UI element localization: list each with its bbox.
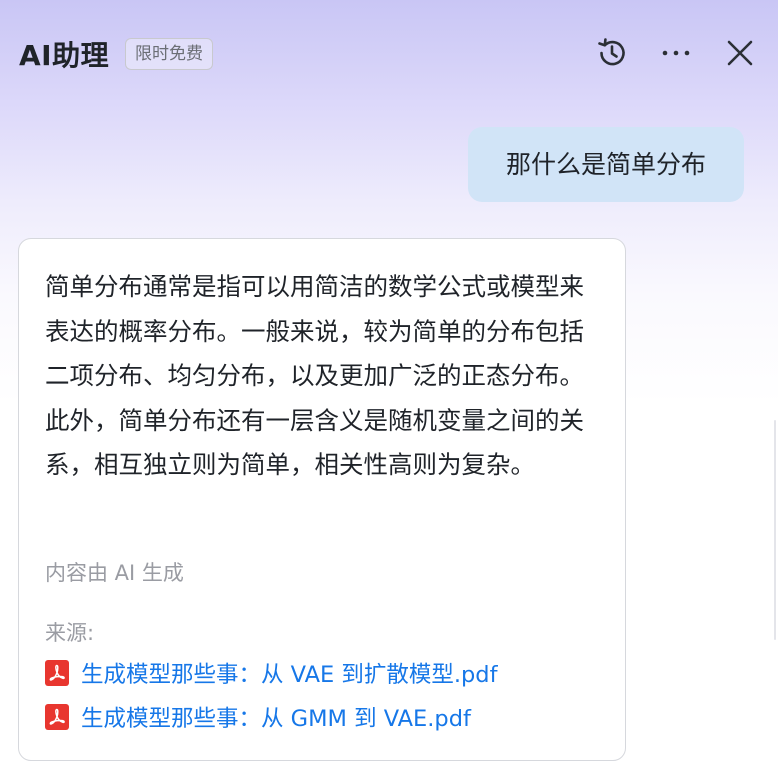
source-title: 生成模型那些事：从 VAE 到扩散模型.pdf bbox=[81, 662, 498, 688]
close-icon bbox=[727, 40, 753, 66]
more-icon bbox=[662, 50, 690, 56]
source-link-1[interactable]: 生成模型那些事：从 VAE 到扩散模型.pdf bbox=[45, 657, 498, 689]
free-badge: 限时免费 bbox=[125, 38, 213, 70]
pdf-icon bbox=[45, 660, 69, 686]
answer-text: 简单分布通常是指可以用简洁的数学公式或模型来表达的概率分布。一般来说，较为简单的… bbox=[45, 272, 584, 480]
history-button[interactable] bbox=[593, 34, 631, 72]
pdf-icon bbox=[45, 704, 69, 730]
assistant-answer-card: 简单分布通常是指可以用简洁的数学公式或模型来表达的概率分布。一般来说，较为简单的… bbox=[18, 238, 626, 761]
more-button[interactable] bbox=[657, 34, 695, 72]
source-link-2[interactable]: 生成模型那些事：从 GMM 到 VAE.pdf bbox=[45, 701, 471, 733]
source-title: 生成模型那些事：从 GMM 到 VAE.pdf bbox=[81, 706, 471, 732]
assistant-header: AI助理 限时免费 bbox=[0, 0, 778, 108]
app-title: AI助理 bbox=[19, 39, 110, 72]
scrollbar[interactable] bbox=[774, 420, 776, 640]
history-icon bbox=[598, 38, 625, 66]
ai-generated-note: 内容由 AI 生成 bbox=[45, 561, 184, 585]
sources-label: 来源: bbox=[45, 621, 95, 645]
close-button[interactable] bbox=[721, 34, 759, 72]
user-message-bubble: 那什么是简单分布 bbox=[468, 127, 744, 202]
